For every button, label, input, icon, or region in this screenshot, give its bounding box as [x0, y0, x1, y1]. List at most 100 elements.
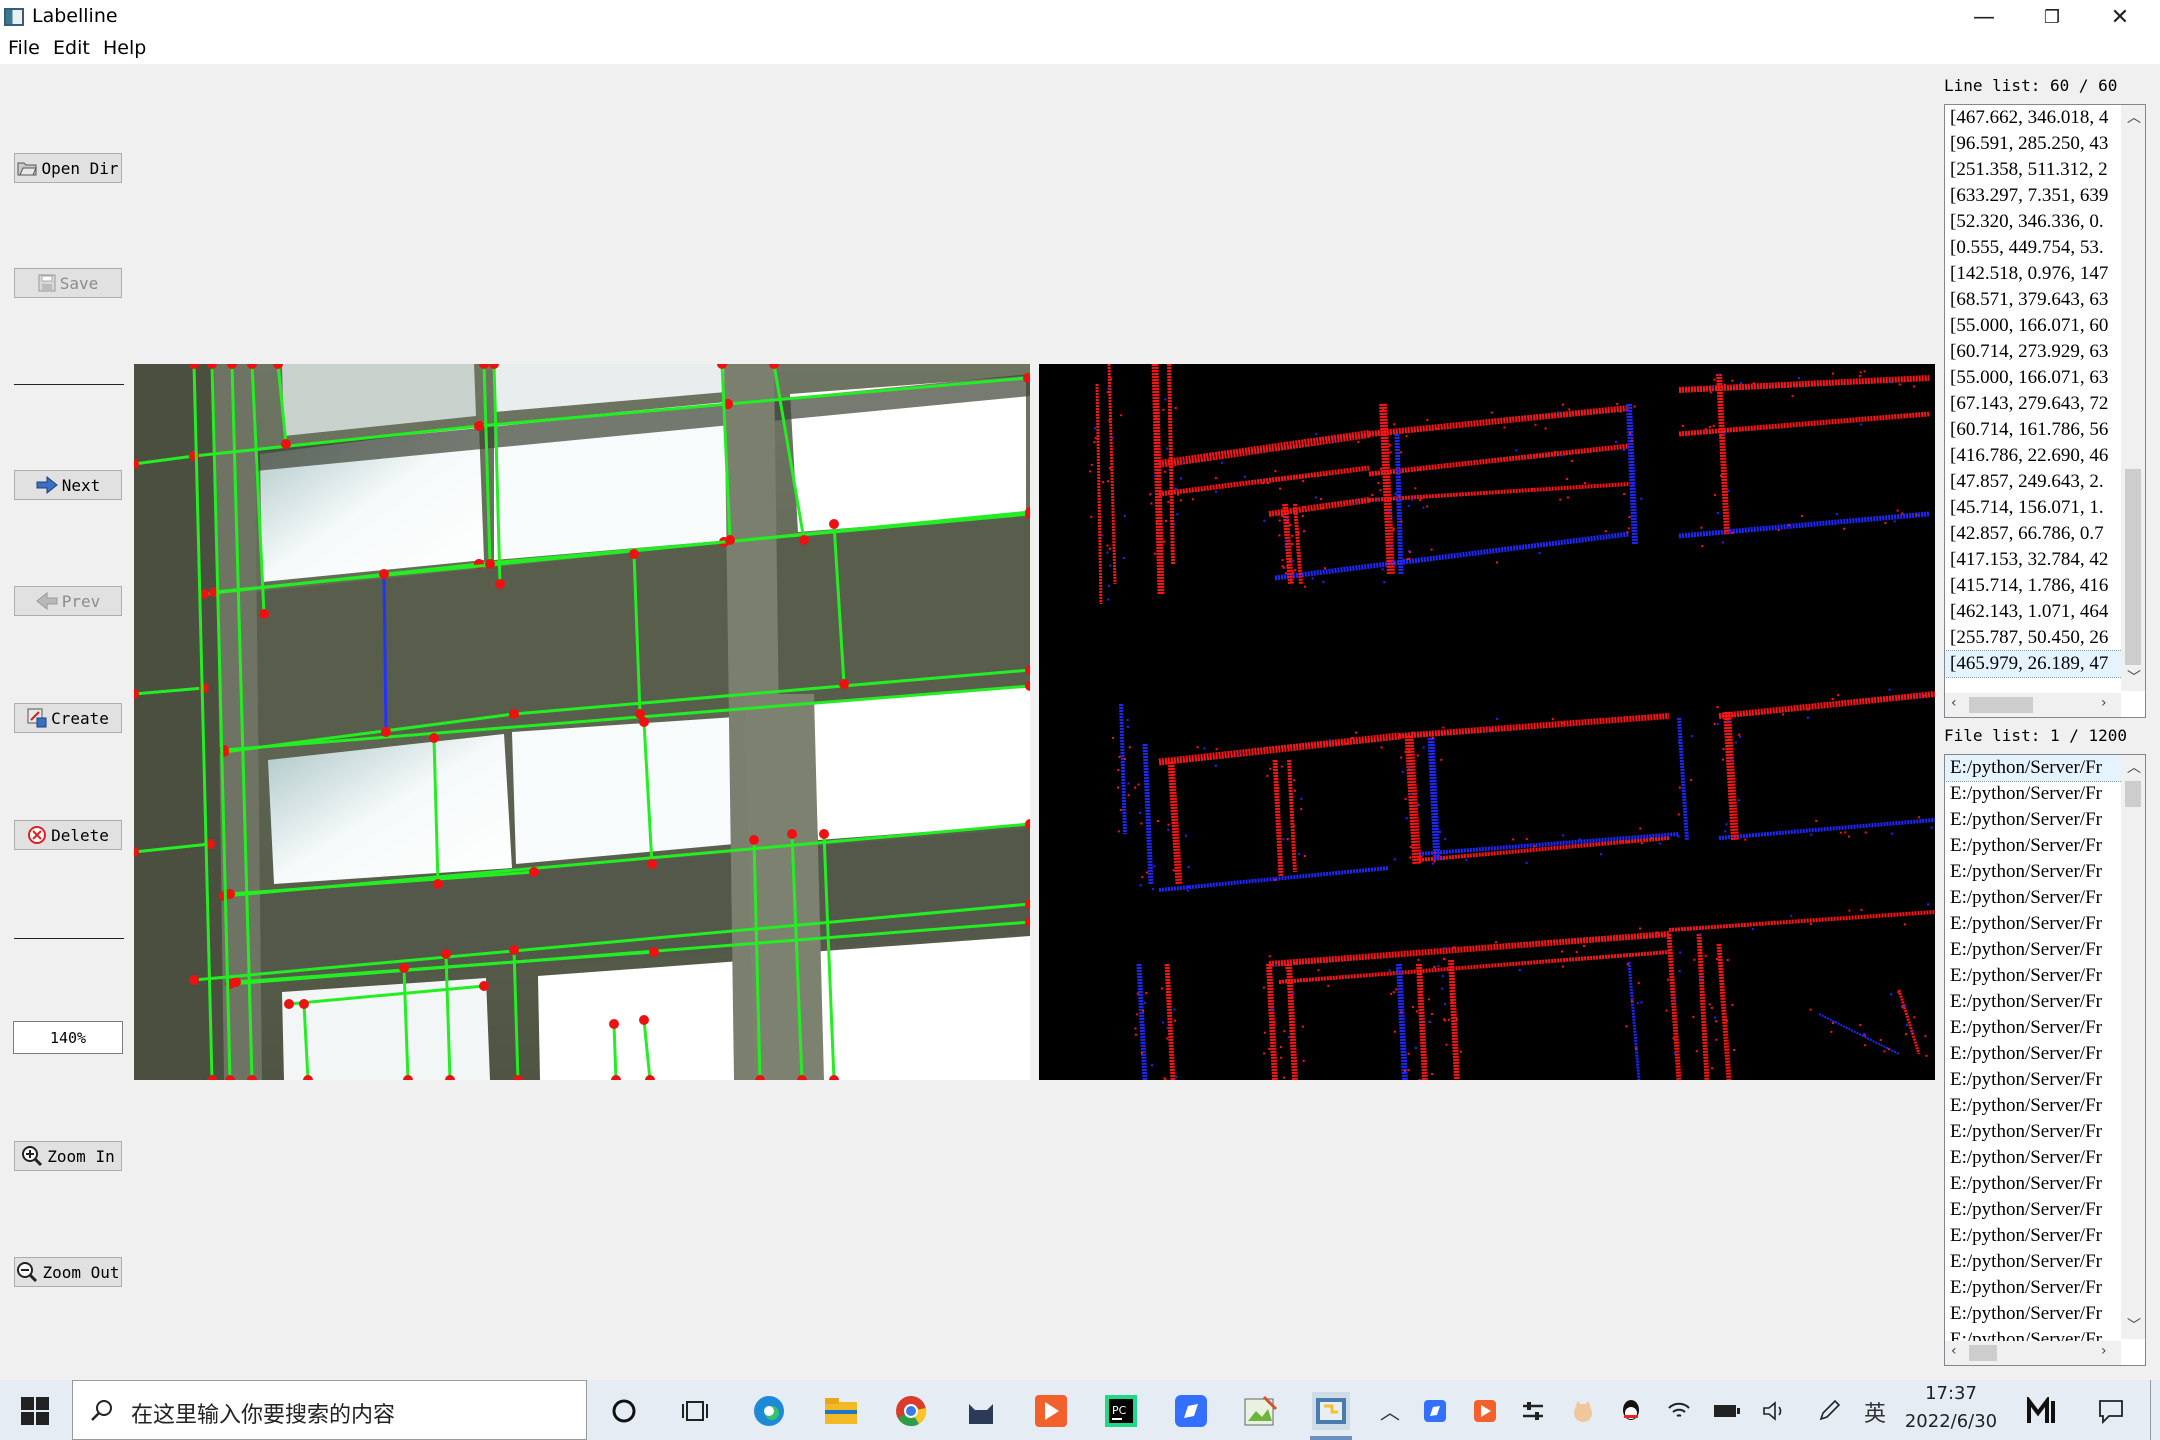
label-endpoint[interactable]: [231, 977, 241, 987]
label-endpoint[interactable]: [647, 859, 657, 869]
file-list-row[interactable]: E:/python/Server/Fr: [1945, 859, 2126, 885]
line-list-vscrollbar[interactable]: ︿ ﹀: [2121, 105, 2145, 691]
line-list-row[interactable]: [67.143, 279.643, 72: [1945, 391, 2126, 417]
prev-button[interactable]: Prev: [14, 586, 122, 616]
label-endpoint[interactable]: [725, 535, 735, 545]
label-endpoint[interactable]: [649, 947, 659, 957]
file-list-row[interactable]: E:/python/Server/Fr: [1945, 1119, 2126, 1145]
tray-m-logo-icon[interactable]: [2024, 1392, 2062, 1430]
label-endpoint[interactable]: [787, 829, 797, 839]
close-button[interactable]: ✕: [2086, 0, 2154, 34]
scroll-up-icon[interactable]: ︿: [2127, 757, 2141, 777]
scroll-left-icon[interactable]: ‹: [1951, 1343, 1957, 1359]
python-app-icon[interactable]: [1312, 1392, 1350, 1430]
cat-app-icon[interactable]: [962, 1392, 1000, 1430]
tray-pen-icon[interactable]: [1814, 1392, 1844, 1430]
file-list-row[interactable]: E:/python/Server/Fr: [1945, 911, 2126, 937]
file-list-row[interactable]: E:/python/Server/Fr: [1945, 781, 2126, 807]
scroll-left-icon[interactable]: ‹: [1951, 695, 1957, 711]
label-endpoint[interactable]: [299, 999, 309, 1009]
file-list-row[interactable]: E:/python/Server/Fr: [1945, 807, 2126, 833]
file-list-row[interactable]: E:/python/Server/Fr: [1945, 1145, 2126, 1171]
label-endpoint[interactable]: [829, 519, 839, 529]
delete-button[interactable]: Delete: [14, 820, 122, 850]
file-list-vscrollbar[interactable]: ︿ ﹀: [2121, 755, 2145, 1339]
file-list-row[interactable]: E:/python/Server/Fr: [1945, 989, 2126, 1015]
file-list-row[interactable]: E:/python/Server/Fr: [1945, 1041, 2126, 1067]
label-endpoint[interactable]: [749, 835, 759, 845]
scrollbar-thumb[interactable]: [2125, 781, 2141, 807]
line-list-row[interactable]: [416.786, 22.690, 46: [1945, 443, 2126, 469]
clock-time[interactable]: 17:37: [1906, 1383, 1996, 1404]
image-canvas-left[interactable]: [134, 364, 1030, 1080]
show-desktop-divider[interactable]: [2150, 1380, 2151, 1440]
label-endpoint[interactable]: [429, 733, 439, 743]
media-app-icon[interactable]: [1032, 1392, 1070, 1430]
label-endpoint[interactable]: [441, 949, 451, 959]
label-endpoint[interactable]: [839, 679, 849, 689]
menu-edit[interactable]: Edit: [53, 37, 90, 59]
feishu-icon[interactable]: [1172, 1392, 1210, 1430]
tray-pet-icon[interactable]: [1568, 1392, 1598, 1430]
label-endpoint[interactable]: [281, 439, 291, 449]
label-endpoint[interactable]: [189, 975, 199, 985]
label-endpoint[interactable]: [199, 683, 209, 693]
line-list-row[interactable]: [142.518, 0.976, 147: [1945, 261, 2126, 287]
tray-feishu-icon[interactable]: [1420, 1392, 1450, 1430]
tray-qq-icon[interactable]: [1616, 1392, 1646, 1430]
line-list-row[interactable]: [467.662, 346.018, 4: [1945, 105, 2126, 131]
file-list-row[interactable]: E:/python/Server/Fr: [1945, 1067, 2126, 1093]
file-list-row[interactable]: E:/python/Server/Fr: [1945, 1197, 2126, 1223]
minimize-button[interactable]: —: [1950, 0, 2018, 34]
label-endpoint[interactable]: [509, 945, 519, 955]
zoom-level-field[interactable]: 140%: [13, 1021, 123, 1054]
label-endpoint[interactable]: [639, 1015, 649, 1025]
label-endpoint[interactable]: [639, 717, 649, 727]
scrollbar-thumb[interactable]: [1969, 1345, 1997, 1361]
tray-expand-icon[interactable]: ︿: [1380, 1396, 1400, 1425]
file-list-row[interactable]: E:/python/Server/Fr: [1945, 963, 2126, 989]
image-editor-icon[interactable]: [1242, 1392, 1280, 1430]
next-button[interactable]: Next: [14, 470, 122, 500]
cortana-icon[interactable]: [605, 1392, 643, 1430]
line-list-row[interactable]: [60.714, 273.929, 63: [1945, 339, 2126, 365]
file-list-row[interactable]: E:/python/Server/Fr: [1945, 885, 2126, 911]
label-endpoint[interactable]: [381, 727, 391, 737]
line-list-row[interactable]: [60.714, 161.786, 56: [1945, 417, 2126, 443]
tray-volume-icon[interactable]: [1760, 1392, 1790, 1430]
line-list-row[interactable]: [45.714, 156.071, 1.: [1945, 495, 2126, 521]
label-endpoint[interactable]: [259, 609, 269, 619]
label-endpoint[interactable]: [629, 549, 639, 559]
label-endpoint[interactable]: [495, 579, 505, 589]
line-list[interactable]: [467.662, 346.018, 4 [96.591, 285.250, 43…: [1944, 104, 2146, 718]
windows-start-icon[interactable]: [20, 1396, 50, 1426]
line-list-row[interactable]: [251.358, 511.312, 2: [1945, 157, 2126, 183]
file-list[interactable]: E:/python/Server/Fr E:/python/Server/Fr E:…: [1944, 754, 2146, 1366]
image-canvas-right[interactable]: [1039, 364, 1935, 1080]
file-list-hscrollbar[interactable]: ‹ ›: [1945, 1341, 2121, 1365]
tray-battery-icon[interactable]: [1712, 1392, 1742, 1430]
label-endpoint[interactable]: [379, 569, 389, 579]
file-list-row[interactable]: E:/python/Server/Fr: [1945, 937, 2126, 963]
line-list-row[interactable]: [42.857, 66.786, 0.7: [1945, 521, 2126, 547]
open-dir-button[interactable]: Open Dir: [14, 153, 122, 183]
label-endpoint[interactable]: [474, 421, 484, 431]
clock-date[interactable]: 2022/6/30: [1896, 1411, 2006, 1432]
file-list-row[interactable]: E:/python/Server/Fr: [1945, 1093, 2126, 1119]
label-endpoint[interactable]: [609, 1019, 619, 1029]
menu-file[interactable]: File: [8, 37, 40, 59]
line-list-row[interactable]: [633.297, 7.351, 639: [1945, 183, 2126, 209]
label-endpoint[interactable]: [819, 829, 829, 839]
label-endpoint[interactable]: [399, 963, 409, 973]
line-list-row[interactable]: [255.787, 50.450, 26: [1945, 625, 2126, 651]
scroll-right-icon[interactable]: ›: [2101, 1343, 2107, 1359]
create-button[interactable]: Create: [14, 703, 122, 733]
task-view-icon[interactable]: [676, 1392, 714, 1430]
file-list-row[interactable]: E:/python/Server/Fr: [1945, 1249, 2126, 1275]
label-endpoint[interactable]: [485, 559, 495, 569]
line-list-hscrollbar[interactable]: ‹ ›: [1945, 693, 2121, 717]
file-list-row[interactable]: E:/python/Server/Fr: [1945, 1275, 2126, 1301]
line-list-row[interactable]: [96.591, 285.250, 43: [1945, 131, 2126, 157]
line-list-row[interactable]: [415.714, 1.786, 416: [1945, 573, 2126, 599]
label-endpoint[interactable]: [509, 709, 519, 719]
